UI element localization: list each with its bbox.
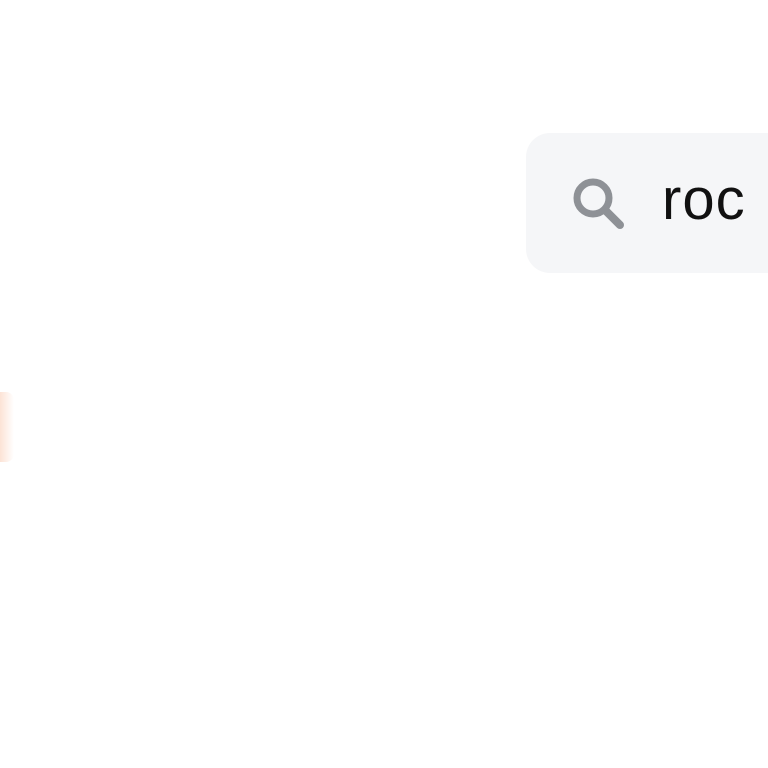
edge-accent [0,392,14,462]
search-query-text[interactable]: roc [662,171,746,229]
search-input[interactable]: roc [526,133,768,273]
edge-glyph [0,504,4,534]
page: roc [0,0,768,768]
search-icon [570,175,626,231]
